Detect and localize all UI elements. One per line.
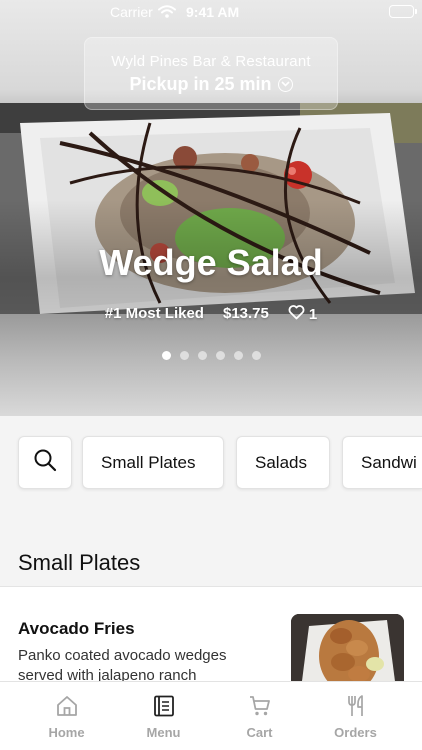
menu-item-description-line-1: Panko coated avocado wedges [18,647,227,664]
carousel-dot[interactable] [233,351,243,360]
carousel-pagination[interactable] [0,351,422,360]
app-screen: Carrier 9:41 AM Wyld Pines Bar & Restaur… [0,0,422,750]
tab-cart[interactable]: Cart [207,682,312,750]
menu-item-description: Panko coated avocado wedges served with … [18,646,268,686]
tab-menu[interactable]: Menu [111,682,216,750]
hero-fade [0,314,422,416]
restaurant-name: Wyld Pines Bar & Restaurant [111,52,311,70]
pickup-text: Pickup in 25 min [129,73,272,94]
category-chip-salads[interactable]: Salads [236,436,330,489]
tab-home[interactable]: Home [14,682,119,750]
tab-menu-label: Menu [146,725,181,740]
pickup-time: Pickup in 25 min [129,73,293,95]
carrier-label: Carrier [110,4,153,20]
utensils-icon [344,694,368,718]
status-time: 9:41 AM [186,4,240,20]
tab-home-label: Home [48,725,85,740]
featured-price: $13.75 [222,305,269,322]
tab-orders[interactable]: Orders [303,682,408,750]
carousel-dot[interactable] [179,351,189,360]
tab-bar: Home Menu Cart Orders [0,681,422,750]
tab-orders-label: Orders [334,725,377,740]
status-bar: Carrier 9:41 AM [0,0,422,24]
menu-item-card[interactable]: Avocado Fries Panko coated avocado wedge… [0,587,422,689]
tab-cart-label: Cart [246,725,273,740]
category-chip-small-plates[interactable]: Small Plates [82,436,224,489]
cart-icon [248,694,272,718]
carousel-dot[interactable] [161,351,171,360]
battery-icon [389,5,417,18]
featured-likes[interactable]: 1 [288,305,317,324]
menu-item-name: Avocado Fries [18,619,135,638]
featured-badge: #1 Most Liked [104,305,204,322]
menu-item-photo [291,614,404,689]
category-search-button[interactable] [18,436,72,489]
category-chip-sandwiches[interactable]: Sandwi [342,436,422,489]
chevron-down-icon [277,76,293,92]
carousel-dot[interactable] [197,351,207,360]
home-icon [55,694,79,718]
heart-icon [288,305,305,324]
carousel-dot[interactable] [251,351,261,360]
featured-item-meta: #1 Most Liked $13.75 1 [0,305,422,324]
wifi-icon [158,5,176,21]
section-title: Small Plates [18,550,141,575]
featured-item-title: Wedge Salad [99,242,323,283]
likes-count: 1 [308,306,318,323]
category-bar: Small Plates Salads Sandwi [0,416,422,508]
search-icon [33,448,57,477]
restaurant-pickup-selector[interactable]: Wyld Pines Bar & Restaurant Pickup in 25… [84,37,338,110]
carousel-dot[interactable] [215,351,225,360]
menu-book-icon [152,694,176,718]
featured-hero[interactable]: Carrier 9:41 AM Wyld Pines Bar & Restaur… [0,0,422,416]
